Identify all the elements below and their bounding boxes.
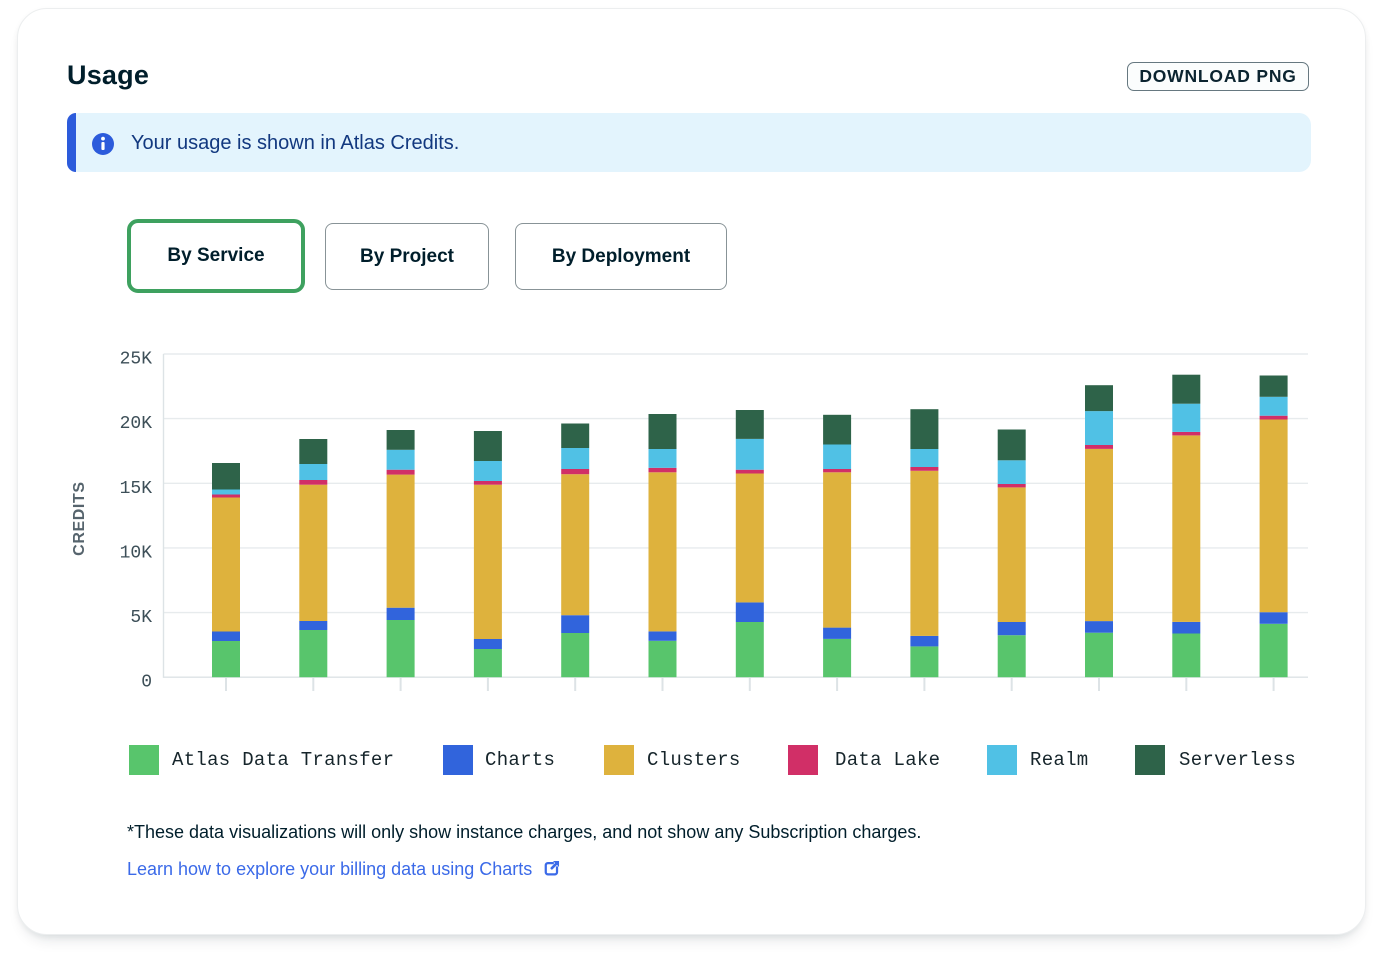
- svg-text:15K: 15K: [120, 479, 153, 499]
- svg-text:5K: 5K: [130, 608, 152, 628]
- svg-text:25K: 25K: [120, 350, 153, 370]
- svg-text:CREDITS: CREDITS: [71, 481, 88, 555]
- svg-text:0: 0: [141, 673, 152, 693]
- svg-text:10K: 10K: [120, 543, 153, 563]
- svg-text:20K: 20K: [120, 414, 153, 434]
